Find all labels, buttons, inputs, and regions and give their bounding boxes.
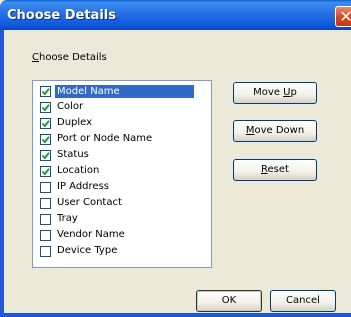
list-item-device-type[interactable]: Device Type xyxy=(38,244,208,260)
checkbox[interactable] xyxy=(40,150,51,161)
check-icon xyxy=(41,168,50,176)
list-item-label: IP Address xyxy=(57,181,109,192)
ok-button[interactable]: OK xyxy=(196,290,262,312)
list-item-label: Port or Node Name xyxy=(57,133,153,144)
reset-button[interactable]: Reset xyxy=(233,159,317,181)
choose-details-label: Choose Details xyxy=(32,52,107,63)
check-icon xyxy=(41,104,50,112)
checkbox[interactable] xyxy=(40,134,51,145)
checkbox[interactable] xyxy=(40,198,51,209)
checkbox[interactable] xyxy=(40,246,51,257)
list-item-duplex[interactable]: Duplex xyxy=(38,116,208,132)
list-item-status[interactable]: Status xyxy=(38,148,208,164)
list-item-label: Vendor Name xyxy=(57,229,125,240)
check-icon xyxy=(41,152,50,160)
list-item-label: User Contact xyxy=(57,197,122,208)
checkbox[interactable] xyxy=(40,86,51,97)
list-item-location[interactable]: Location xyxy=(38,164,208,180)
move-up-button[interactable]: Move Up xyxy=(233,82,317,104)
list-item-color[interactable]: Color xyxy=(38,100,208,116)
list-item-model-name[interactable]: Model Name xyxy=(38,84,208,100)
checkbox[interactable] xyxy=(40,230,51,241)
check-icon xyxy=(41,120,50,128)
list-item-label: Duplex xyxy=(57,117,93,128)
window-frame-bottom xyxy=(0,313,351,317)
check-icon xyxy=(41,136,50,144)
list-item-port-or-node-name[interactable]: Port or Node Name xyxy=(38,132,208,148)
cancel-button[interactable]: Cancel xyxy=(270,290,336,312)
details-list[interactable]: Model Name Color Duplex Port or Node Nam… xyxy=(32,80,212,268)
list-item-user-contact[interactable]: User Contact xyxy=(38,196,208,212)
checkbox[interactable] xyxy=(40,182,51,193)
list-item-label: Model Name xyxy=(55,85,194,98)
list-item-label: Status xyxy=(57,149,89,160)
close-icon: ✕ xyxy=(339,7,351,26)
list-item-label: Color xyxy=(57,101,84,112)
checkbox[interactable] xyxy=(40,166,51,177)
window-title: Choose Details xyxy=(7,8,116,23)
list-item-vendor-name[interactable]: Vendor Name xyxy=(38,228,208,244)
list-item-label: Tray xyxy=(57,213,78,224)
window-frame-left xyxy=(0,30,4,317)
list-item-label: Device Type xyxy=(57,245,118,256)
list-item-label: Location xyxy=(57,165,100,176)
checkbox[interactable] xyxy=(40,102,51,113)
checkbox[interactable] xyxy=(40,214,51,225)
check-icon xyxy=(41,88,50,96)
move-down-button[interactable]: Move Down xyxy=(233,120,317,142)
list-item-ip-address[interactable]: IP Address xyxy=(38,180,208,196)
close-button[interactable]: ✕ xyxy=(335,6,351,27)
list-item-tray[interactable]: Tray xyxy=(38,212,208,228)
checkbox[interactable] xyxy=(40,118,51,129)
title-bar[interactable]: Choose Details ✕ xyxy=(0,0,351,30)
